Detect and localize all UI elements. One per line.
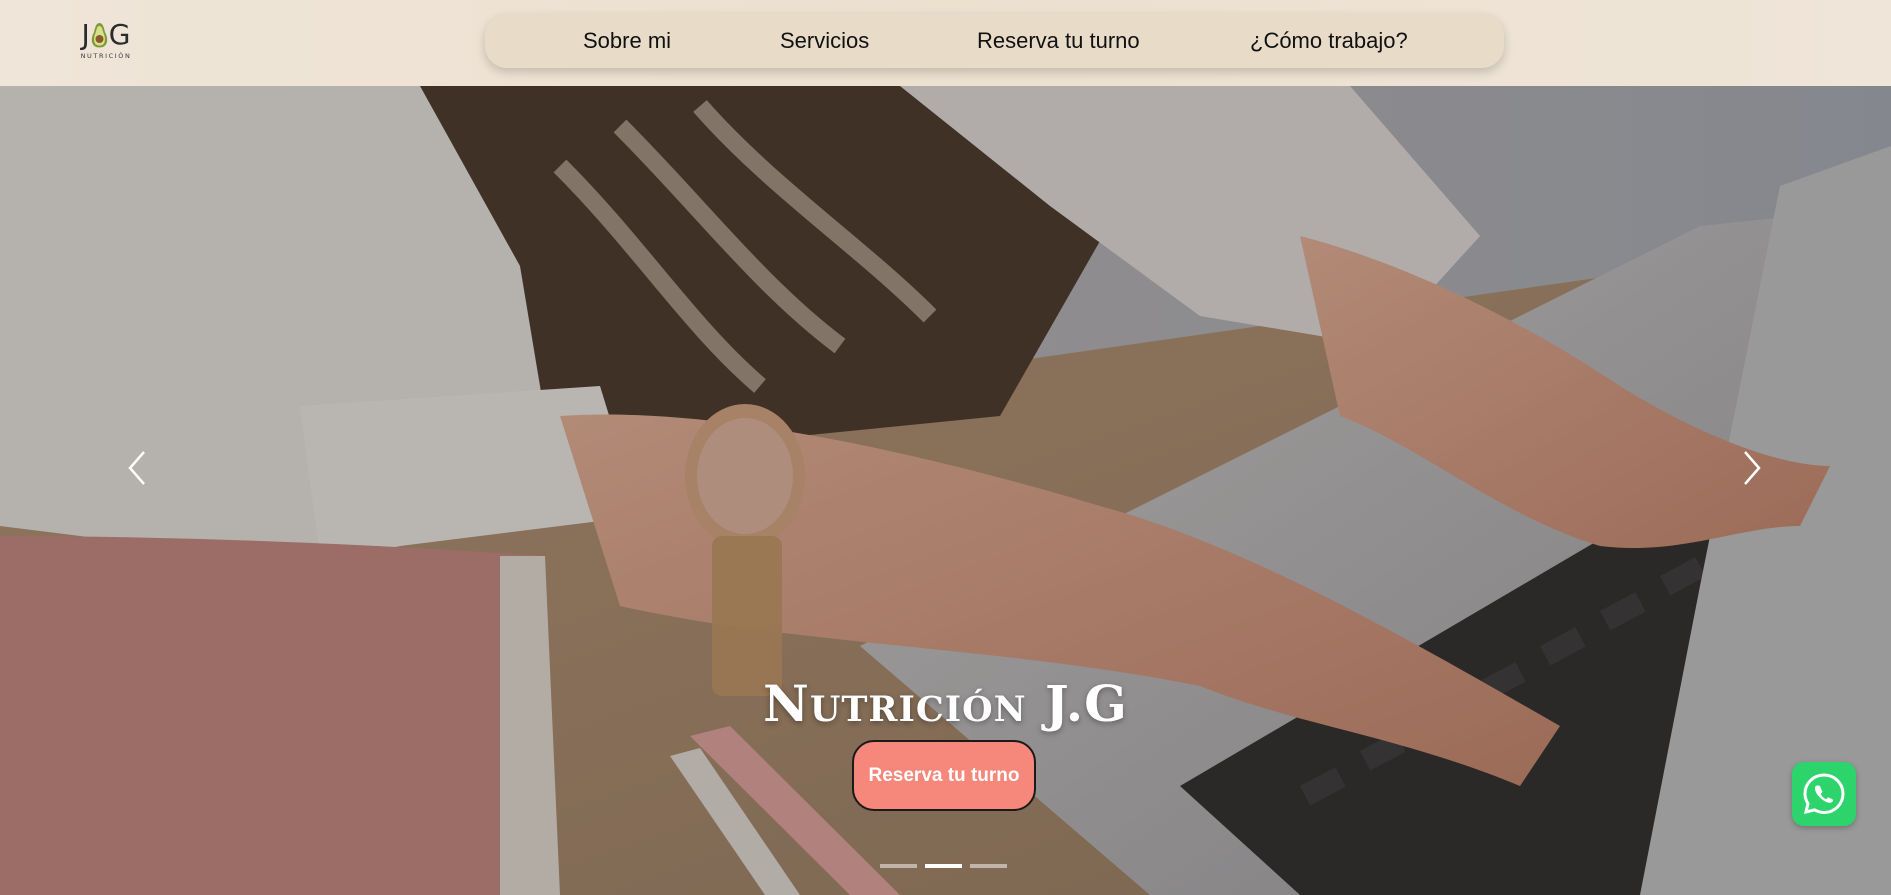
site-header: J G NUTRICIÓN Sobre mi Servicios Reserva… [0, 0, 1891, 86]
reserve-turn-button[interactable]: Reserva tu turno [852, 740, 1036, 811]
carousel-dot-1[interactable] [880, 864, 917, 868]
logo-letter-g: G [108, 18, 131, 51]
avocado-icon [91, 23, 107, 48]
chevron-left-icon [128, 451, 145, 485]
carousel-dot-3[interactable] [970, 864, 1007, 868]
carousel-prev-button[interactable] [122, 448, 152, 488]
nav-item-como-trabajo[interactable]: ¿Cómo trabajo? [1250, 28, 1408, 54]
logo-subtitle: NUTRICIÓN [80, 52, 132, 60]
hero-carousel: Nutrición J.G Reserva tu turno [0, 86, 1891, 895]
carousel-next-button[interactable] [1737, 448, 1767, 488]
logo-letter-j: J [81, 18, 90, 51]
whatsapp-button[interactable] [1792, 762, 1856, 826]
carousel-indicators [880, 864, 1007, 868]
chevron-right-icon [1744, 451, 1761, 485]
carousel-dot-2[interactable] [925, 864, 962, 868]
brand-logo[interactable]: J G NUTRICIÓN [70, 18, 142, 62]
main-nav: Sobre mi Servicios Reserva tu turno ¿Cóm… [485, 14, 1504, 68]
nav-item-reserva[interactable]: Reserva tu turno [977, 28, 1140, 54]
nav-item-sobre-mi[interactable]: Sobre mi [583, 28, 671, 54]
whatsapp-icon [1803, 773, 1845, 815]
nav-item-servicios[interactable]: Servicios [780, 28, 869, 54]
logo-mark: J G [82, 18, 131, 50]
hero-title: Nutrición J.G [763, 674, 1128, 733]
